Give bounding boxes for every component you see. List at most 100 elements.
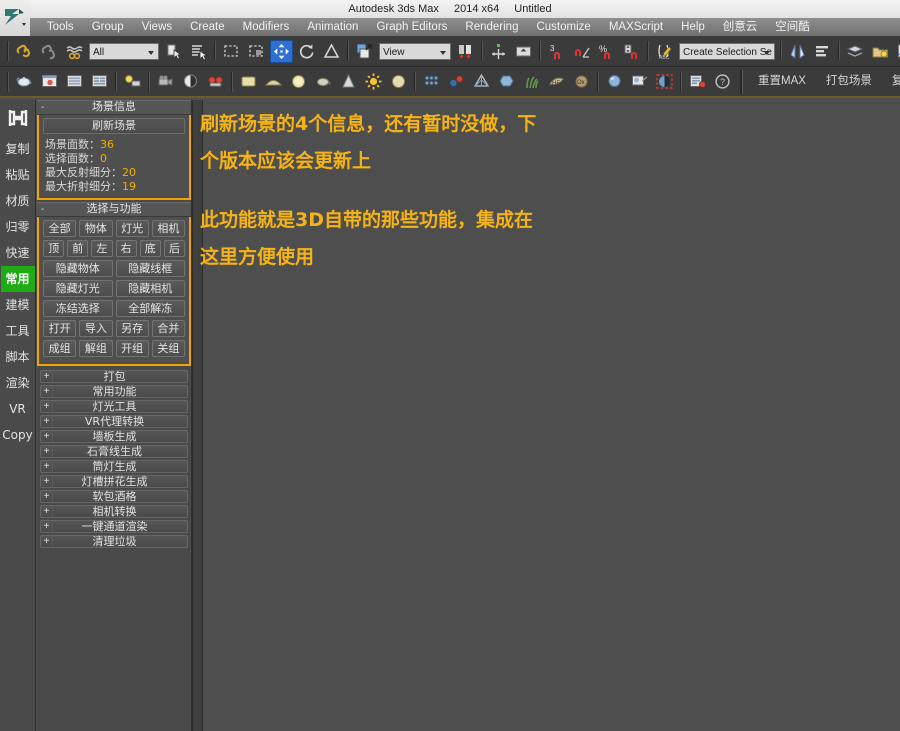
group-button[interactable]: 成组 — [43, 340, 77, 357]
material-sphere-icon[interactable] — [603, 70, 626, 93]
sidebar-item-copy-en[interactable]: Copy — [1, 422, 35, 448]
rollout-pack[interactable]: + 打包 — [40, 370, 188, 383]
open-button[interactable]: 打开 — [43, 320, 77, 337]
rectangular-selection-region-icon[interactable] — [220, 40, 243, 63]
material-browser-icon[interactable] — [628, 70, 651, 93]
sidebar-item-paste[interactable]: 粘贴 — [1, 162, 35, 188]
menu-item-help[interactable]: Help — [672, 18, 714, 36]
select-and-manipulate-icon[interactable] — [487, 40, 510, 63]
render-iterative-icon[interactable] — [88, 70, 111, 93]
reset-max-button[interactable]: 重置MAX — [748, 70, 816, 93]
sidebar-item-render[interactable]: 渲染 — [1, 370, 35, 396]
sidebar-item-script[interactable]: 脚本 — [1, 344, 35, 370]
sidebar-item-zero[interactable]: 归零 — [1, 214, 35, 240]
bind-space-warp-icon[interactable] — [63, 40, 86, 63]
light-icon[interactable] — [179, 70, 202, 93]
view-left-button[interactable]: 左 — [91, 240, 113, 257]
window-crossing-icon[interactable] — [245, 40, 268, 63]
spacewarp-icon[interactable] — [470, 70, 493, 93]
import-button[interactable]: 导入 — [79, 320, 113, 337]
sidebar-item-vr[interactable]: VR — [1, 396, 35, 422]
render-to-texture-icon[interactable] — [204, 70, 227, 93]
hide-lights-button[interactable]: 隐藏灯光 — [43, 280, 113, 297]
pack-scene-button[interactable]: 打包场景 — [816, 70, 882, 93]
select-cameras-button[interactable]: 相机 — [151, 220, 185, 237]
unlink-icon[interactable] — [38, 40, 61, 63]
select-and-move-icon[interactable] — [270, 39, 293, 63]
named-selection-set-combo[interactable]: Create Selection Se — [679, 42, 775, 60]
cylinder-icon[interactable] — [287, 70, 310, 93]
view-top-button[interactable]: 顶 — [43, 240, 65, 257]
sidebar-item-tools[interactable]: 工具 — [1, 318, 35, 344]
view-back-button[interactable]: 后 — [163, 240, 186, 257]
reference-coordinate-system-icon[interactable] — [353, 40, 376, 63]
compound-object-icon[interactable] — [495, 70, 518, 93]
rollout-vr-proxy-convert[interactable]: + VR代理转换 — [40, 415, 188, 428]
dynamics-icon[interactable] — [445, 70, 468, 93]
view-right-button[interactable]: 右 — [115, 240, 137, 257]
hf-icon[interactable]: HF — [545, 70, 568, 93]
rollout-light-tools[interactable]: + 灯光工具 — [40, 400, 188, 413]
menu-item-views[interactable]: Views — [133, 18, 181, 36]
menu-item-rendering[interactable]: Rendering — [456, 18, 527, 36]
menu-item-chuangyiyun[interactable]: 创意云 — [714, 18, 767, 36]
application-menu-button[interactable] — [0, 0, 30, 36]
rollout-cornice-generate[interactable]: + 石膏线生成 — [40, 445, 188, 458]
curve-editor-icon[interactable] — [894, 40, 900, 63]
manage-scene-states-icon[interactable] — [869, 40, 892, 63]
menu-item-graph-editors[interactable]: Graph Editors — [367, 18, 456, 36]
menu-item-modifiers[interactable]: Modifiers — [234, 18, 299, 36]
hide-wireframe-button[interactable]: 隐藏线框 — [115, 260, 185, 277]
render-preset-icon[interactable] — [686, 70, 709, 93]
save-as-button[interactable]: 另存 — [115, 320, 149, 337]
hair-fur-icon[interactable] — [520, 70, 543, 93]
keyboard-shortcut-override-icon[interactable] — [512, 40, 535, 63]
view-front-button[interactable]: 前 — [67, 240, 89, 257]
camera-icon[interactable] — [154, 70, 177, 93]
menu-item-maxscript[interactable]: MAXScript — [600, 18, 672, 36]
open-group-button[interactable]: 开组 — [115, 340, 149, 357]
menu-item-kongjianku[interactable]: 空间酷 — [766, 18, 819, 36]
render-region-icon[interactable] — [653, 70, 676, 93]
edit-named-selection-sets-icon[interactable]: ABC — [653, 40, 676, 63]
dust-icon[interactable]: Ox — [570, 70, 593, 93]
box-icon[interactable] — [237, 70, 260, 93]
menu-item-create[interactable]: Create — [181, 18, 234, 36]
sidebar-item-quick[interactable]: 快速 — [1, 240, 35, 266]
copy-button[interactable]: 复制 — [882, 70, 900, 93]
particles-icon[interactable] — [420, 70, 443, 93]
rollout-light-trough-pattern[interactable]: + 灯槽拼花生成 — [40, 475, 188, 488]
render-frame-window-icon[interactable] — [38, 70, 61, 93]
rollout-downlight-generate[interactable]: + 筒灯生成 — [40, 460, 188, 473]
refresh-scene-button[interactable]: 刷新场景 — [43, 118, 185, 134]
teapot-icon[interactable] — [13, 70, 36, 93]
rollout-scene-info-header[interactable]: - 场景信息 — [37, 100, 191, 115]
unfreeze-all-button[interactable]: 全部解冻 — [115, 300, 185, 317]
rollout-camera-convert[interactable]: + 相机转换 — [40, 505, 188, 518]
help-icon[interactable]: ? — [711, 70, 734, 93]
select-object-icon[interactable] — [162, 40, 185, 63]
sidebar-item-modeling[interactable]: 建模 — [1, 292, 35, 318]
menu-item-group[interactable]: Group — [83, 18, 133, 36]
rollout-one-click-channel-render[interactable]: + 一键通道渲染 — [40, 520, 188, 533]
spinner-snap-toggle-icon[interactable] — [620, 40, 643, 63]
render-production-icon[interactable] — [63, 70, 86, 93]
mirror-icon[interactable] — [786, 40, 809, 63]
view-bottom-button[interactable]: 底 — [139, 240, 161, 257]
hide-cameras-button[interactable]: 隐藏相机 — [115, 280, 185, 297]
angle-snap-toggle-icon[interactable] — [570, 40, 593, 63]
ungroup-button[interactable]: 解组 — [79, 340, 113, 357]
snap-toggle-3-icon[interactable]: 3 — [545, 40, 568, 63]
layer-manager-icon[interactable] — [844, 40, 867, 63]
rollout-clean-garbage[interactable]: + 清理垃圾 — [40, 535, 188, 548]
sidebar-item-common[interactable]: 常用 — [0, 266, 35, 292]
sidebar-item-copy[interactable]: 复制 — [1, 136, 35, 162]
cone-icon[interactable] — [337, 70, 360, 93]
sidebar-item-material[interactable]: 材质 — [1, 188, 35, 214]
use-pivot-point-center-icon[interactable] — [454, 40, 477, 63]
select-and-scale-icon[interactable] — [320, 40, 343, 63]
percent-snap-toggle-icon[interactable]: % — [595, 40, 618, 63]
close-group-button[interactable]: 关组 — [151, 340, 185, 357]
reference-coordinate-combo[interactable]: View — [379, 42, 451, 60]
rollout-wall-panel-generate[interactable]: + 墙板生成 — [40, 430, 188, 443]
